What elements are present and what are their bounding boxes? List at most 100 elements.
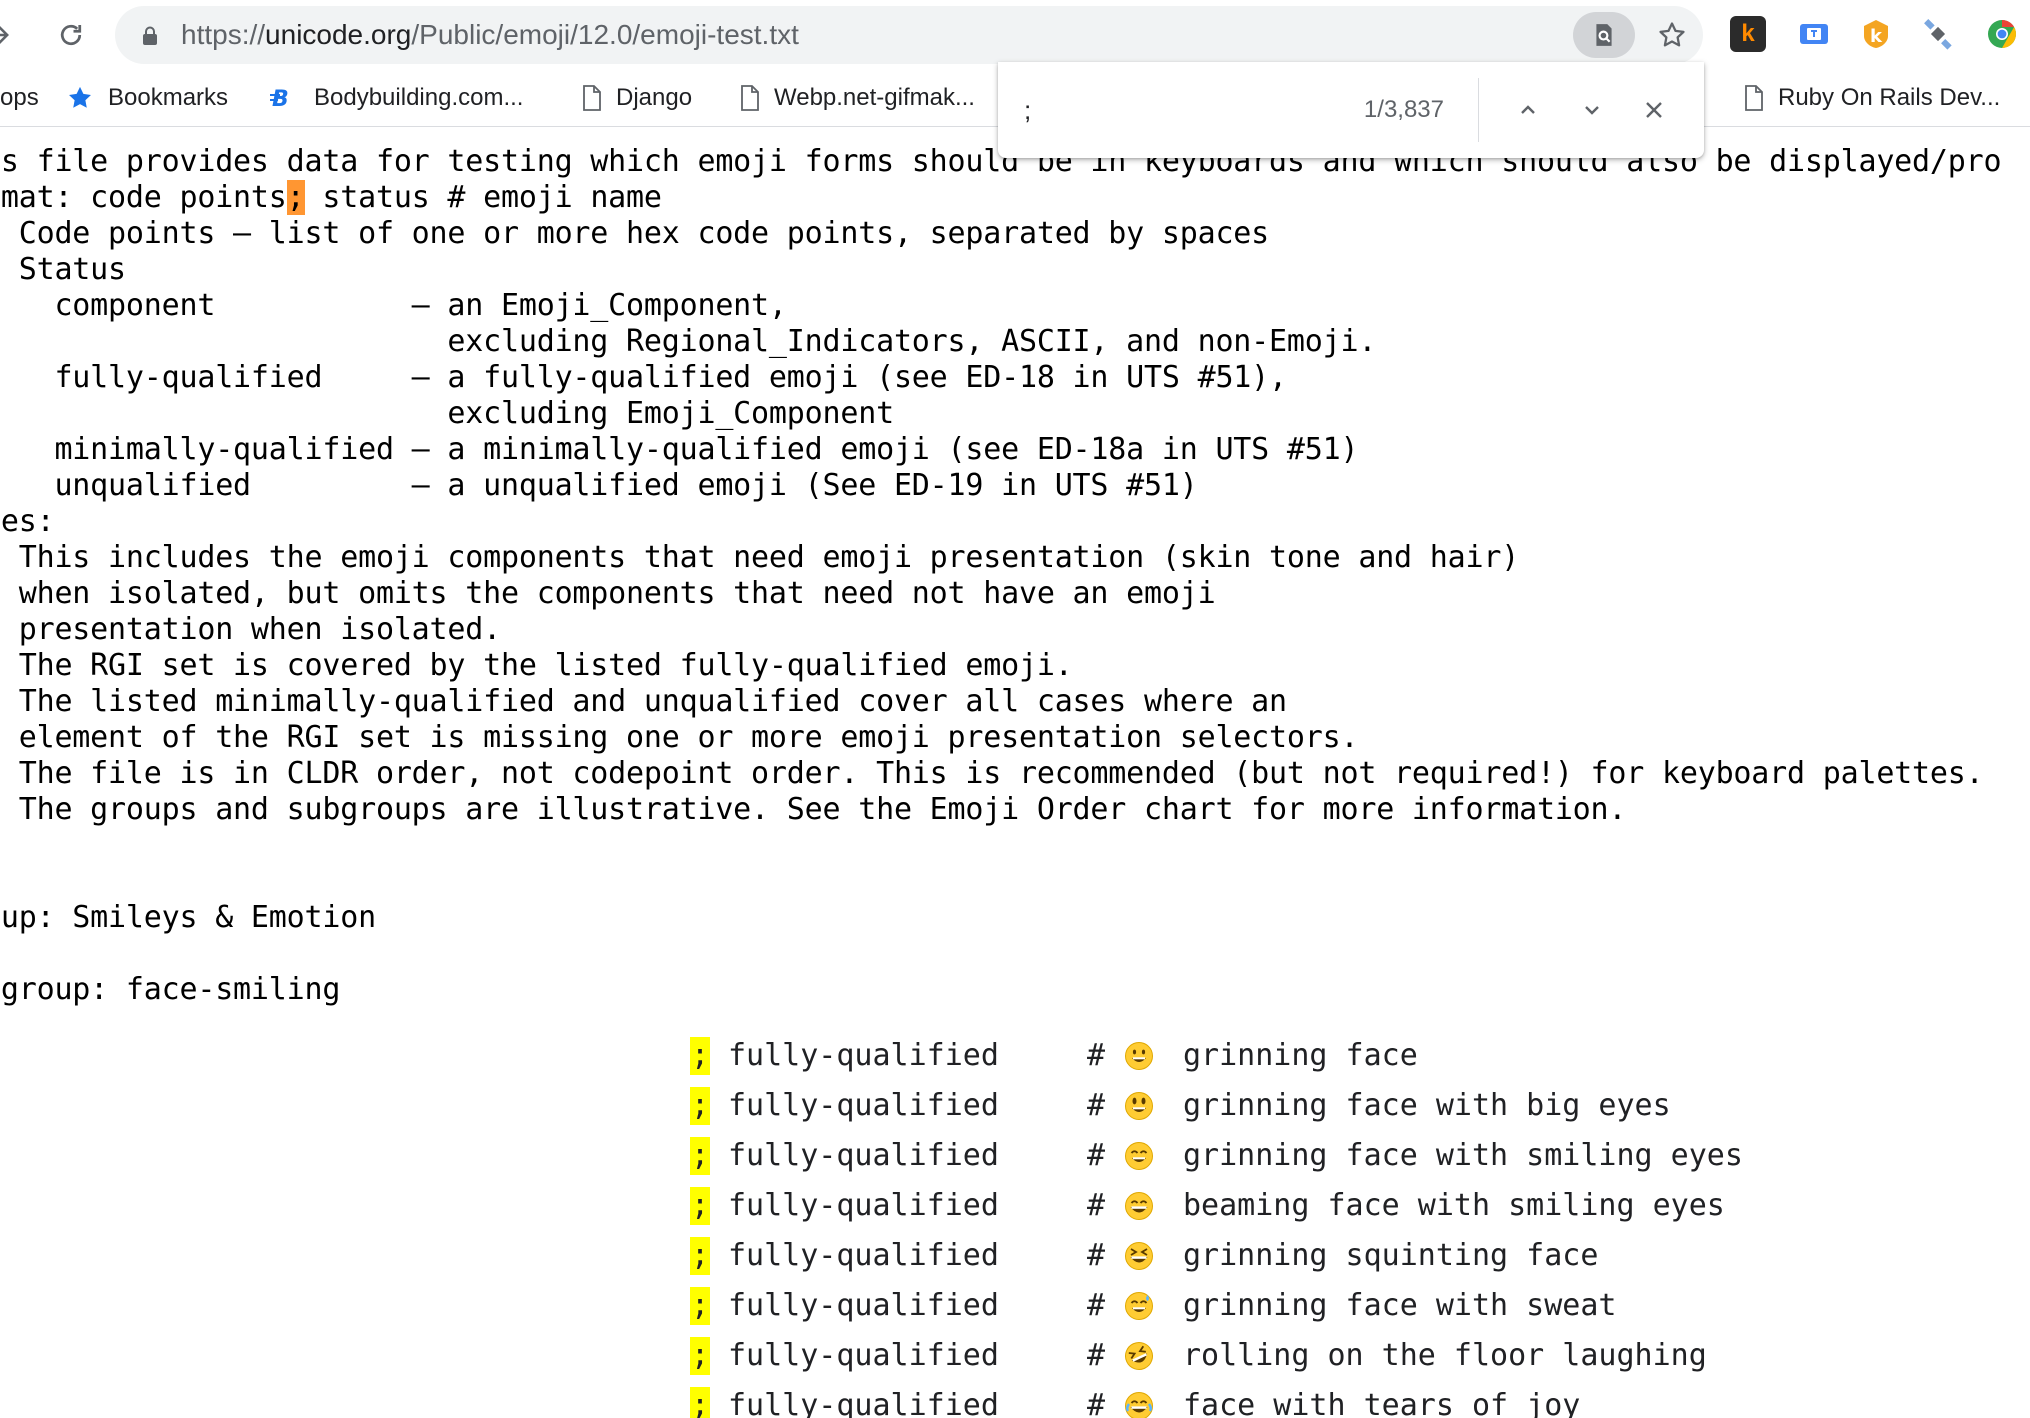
reload-icon[interactable] bbox=[50, 14, 92, 56]
qualification-status: fully-qualified bbox=[728, 1338, 999, 1373]
emoji-name: grinning face with big eyes bbox=[1183, 1088, 1671, 1123]
emoji-row: 5; fully-qualified # grinning face with swe… bbox=[0, 1284, 2030, 1328]
comment-hash: # bbox=[1087, 1188, 1106, 1223]
qualification-status: fully-qualified bbox=[728, 1238, 999, 1273]
browser-toolbar: https://unicode.org/Public/emoji/12.0/em… bbox=[0, 0, 2030, 70]
comment-hash: # bbox=[1087, 1088, 1106, 1123]
bookmark-ruby-on-rails[interactable]: Ruby On Rails Dev... bbox=[1744, 70, 2000, 126]
emoji-name: grinning face bbox=[1183, 1038, 1418, 1073]
k-orange-extension-icon[interactable]: k bbox=[1858, 16, 1894, 52]
grinning-face-with-sweat-icon bbox=[1124, 1291, 1154, 1321]
satellite-extension-icon[interactable] bbox=[1920, 16, 1956, 52]
emoji-row: 2; fully-qualified # face with tears of joy bbox=[0, 1384, 2030, 1418]
find-input[interactable] bbox=[1024, 90, 1324, 130]
beaming-face-icon bbox=[1124, 1191, 1154, 1221]
doc-line: Code points — list of one or more hex co… bbox=[0, 216, 1270, 251]
address-bar[interactable]: https://unicode.org/Public/emoji/12.0/em… bbox=[115, 6, 1703, 64]
emoji-name: face with tears of joy bbox=[1183, 1388, 1581, 1418]
code-point-text: 2 bbox=[0, 1384, 4, 1418]
find-match-highlight: ; bbox=[690, 1287, 710, 1325]
emoji-name: rolling on the floor laughing bbox=[1183, 1338, 1707, 1373]
star-icon bbox=[66, 84, 94, 112]
code-point-text: 1 bbox=[0, 1184, 4, 1228]
comment-hash: # bbox=[1087, 1038, 1106, 1073]
find-match-highlight: ; bbox=[690, 1337, 710, 1375]
find-match-highlight: ; bbox=[690, 1237, 710, 1275]
find-match-highlight: ; bbox=[690, 1187, 710, 1225]
find-match-count: 1/3,837 bbox=[1363, 96, 1444, 123]
chevron-down-icon bbox=[1585, 106, 1599, 115]
code-point-text: 5 bbox=[0, 1284, 4, 1328]
find-bar: 1/3,837 bbox=[998, 62, 1704, 158]
comment-hash: # bbox=[1087, 1388, 1106, 1418]
emoji-row: 3; fully-qualified # grinning face with big… bbox=[0, 1084, 2030, 1128]
find-match-highlight: ; bbox=[690, 1037, 710, 1075]
bookmark-bookmarks[interactable]: Bookmarks bbox=[66, 70, 228, 126]
doc-line: element of the RGI set is missing one or… bbox=[0, 720, 1359, 755]
code-point-text: 0 bbox=[0, 1034, 4, 1078]
comment-hash: # bbox=[1087, 1138, 1106, 1173]
qualification-status: fully-qualified bbox=[728, 1138, 999, 1173]
doc-line: excluding Emoji_Component bbox=[0, 396, 894, 431]
apps-shortcut[interactable]: ops bbox=[0, 70, 39, 126]
qualification-status: fully-qualified bbox=[728, 1288, 999, 1323]
rolling-on-the-floor-laughing-icon bbox=[1124, 1341, 1154, 1371]
doc-line: The groups and subgroups are illustrativ… bbox=[0, 792, 1627, 827]
qualification-status: fully-qualified bbox=[728, 1038, 999, 1073]
face-with-tears-of-joy-icon bbox=[1124, 1391, 1154, 1418]
find-previous-button[interactable] bbox=[1506, 88, 1550, 132]
qualification-status: fully-qualified bbox=[728, 1388, 999, 1418]
emoji-row: 4; fully-qualified # grinning face with smi… bbox=[0, 1134, 2030, 1178]
code-point-text: 3 bbox=[0, 1334, 4, 1378]
doc-line: tes: bbox=[0, 504, 55, 539]
doc-line: Status bbox=[18, 252, 126, 287]
find-bar-divider bbox=[1478, 78, 1479, 142]
bookmark-webp-gifmaker[interactable]: Webp.net-gifmak... bbox=[740, 70, 975, 126]
svg-text:B: B bbox=[272, 87, 289, 110]
doc-line: The file is in CLDR order, not codepoint… bbox=[0, 756, 1984, 791]
emoji-row: 3; fully-qualified # rolling on the floor l… bbox=[0, 1334, 2030, 1378]
code-point-text: 6 bbox=[0, 1234, 4, 1278]
page-icon bbox=[740, 85, 760, 111]
doc-line: presentation when isolated. bbox=[0, 612, 501, 647]
code-point-text: 3 bbox=[0, 1084, 4, 1128]
page-icon bbox=[1744, 85, 1764, 111]
grinning-squinting-face-icon bbox=[1124, 1241, 1154, 1271]
emoji-name: grinning face with sweat bbox=[1183, 1288, 1617, 1323]
plain-text-document: is file provides data for testing which … bbox=[0, 126, 2030, 1418]
grinning-face-with-smiling-eyes-icon bbox=[1124, 1141, 1154, 1171]
qualification-status: fully-qualified bbox=[728, 1088, 999, 1123]
doc-line: The RGI set is covered by the listed ful… bbox=[0, 648, 1073, 683]
subgroup-heading: bgroup: face-smiling bbox=[0, 972, 341, 1007]
doc-line: The listed minimally-qualified and unqua… bbox=[0, 684, 1287, 719]
page-icon bbox=[582, 85, 602, 111]
code-point-text: 4 bbox=[0, 1134, 4, 1178]
find-match-highlight: ; bbox=[690, 1087, 710, 1125]
doc-line: component — an Emoji_Component, bbox=[0, 288, 787, 323]
forward-icon[interactable] bbox=[0, 14, 20, 56]
comment-hash: # bbox=[1087, 1238, 1106, 1273]
bookmark-django[interactable]: Django bbox=[582, 70, 692, 126]
lock-icon[interactable] bbox=[139, 25, 161, 47]
translate-extension-icon[interactable] bbox=[1796, 16, 1832, 52]
emoji-name: beaming face with smiling eyes bbox=[1183, 1188, 1725, 1223]
bookmark-bodybuilding[interactable]: B Bodybuilding.com... bbox=[270, 70, 523, 126]
doc-line-format: rmat: code points; status # emoji name bbox=[0, 180, 662, 215]
chevron-up-icon bbox=[1521, 105, 1535, 114]
emoji-name: grinning face with smiling eyes bbox=[1183, 1138, 1743, 1173]
doc-line: fully-qualified — a fully-qualified emoj… bbox=[0, 360, 1287, 395]
find-in-page-icon[interactable] bbox=[1573, 12, 1635, 58]
k-extension-icon[interactable]: k bbox=[1730, 16, 1766, 52]
url-text[interactable]: https://unicode.org/Public/emoji/12.0/em… bbox=[181, 6, 799, 64]
chrome-extension-icon[interactable] bbox=[1984, 16, 2020, 52]
bookmark-star-icon[interactable] bbox=[1649, 12, 1695, 58]
emoji-name: grinning squinting face bbox=[1183, 1238, 1599, 1273]
grinning-face-icon bbox=[1124, 1041, 1154, 1071]
doc-line: excluding Regional_Indicators, ASCII, an… bbox=[0, 324, 1377, 359]
comment-hash: # bbox=[1087, 1338, 1106, 1373]
doc-line: This includes the emoji components that … bbox=[0, 540, 1520, 575]
find-close-button[interactable] bbox=[1632, 88, 1676, 132]
find-match-highlight: ; bbox=[690, 1387, 710, 1418]
find-next-button[interactable] bbox=[1570, 88, 1614, 132]
grinning-face-with-big-eyes-icon bbox=[1124, 1091, 1154, 1121]
